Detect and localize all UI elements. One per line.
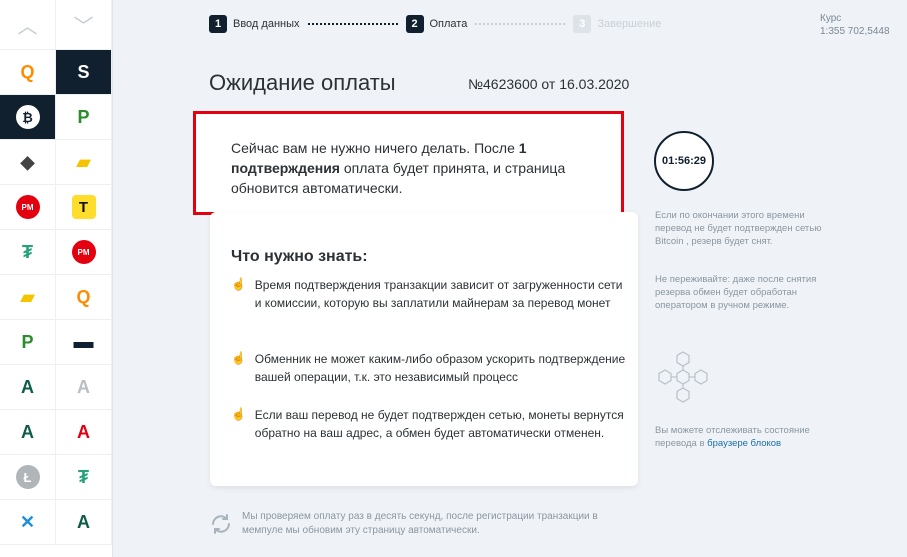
rate-value: 1:355 702,5448 <box>820 26 890 37</box>
bitcoin-icon: ₿ <box>15 105 40 129</box>
step-number: 1 <box>209 15 227 33</box>
pointing-hand-icon: ☝ <box>231 351 246 365</box>
scroll-down-button[interactable]: ﹀ <box>56 0 112 50</box>
chevron-up-icon: ︿ <box>17 16 38 38</box>
tether-icon: ₮ <box>22 241 33 262</box>
payment-method-perfect-money[interactable]: PM <box>0 185 56 230</box>
litecoin-icon: Ł <box>15 465 40 489</box>
payment-method-privatbank[interactable]: P <box>56 95 112 140</box>
payment-method-sidebar: ︿ ﹀ Q S ₿ P ◆ ▰ PM T ₮ PM ▰ Q P ▬ A A A A Ł ₮ ✕ A <box>0 0 113 557</box>
info-item-text: Время подтверждения транзакции зависит о… <box>254 278 623 310</box>
info-item: ☝ Если ваш перевод не будет подтвержден … <box>231 406 631 442</box>
tether-icon: ₮ <box>78 466 89 487</box>
step-completion: 3 Завершение <box>573 15 661 33</box>
block-explorer-link[interactable]: браузере блоков <box>707 438 781 449</box>
payment-method-tether[interactable]: ₮ <box>56 455 112 500</box>
step-connector <box>307 23 398 25</box>
chevron-down-icon: ﹀ <box>73 16 94 38</box>
bank-card-icon: ▬ <box>73 330 94 353</box>
payment-notice: Сейчас вам не нужно ничего делать. После… <box>193 111 624 215</box>
qiwi-icon: Q <box>76 286 91 307</box>
page-title: Ожидание оплаты <box>209 70 396 95</box>
yandex-money-icon: ▰ <box>20 286 35 307</box>
step-label: Ввод данных <box>233 18 300 30</box>
step-payment: 2 Оплата <box>405 15 468 33</box>
payment-method-tinkoff[interactable]: T <box>56 185 112 230</box>
payment-method-tether[interactable]: ₮ <box>0 230 56 275</box>
sberbank-icon: S <box>77 61 90 82</box>
order-number: №4623600 от 16.03.2020 <box>468 76 630 92</box>
progress-stepper: 1 Ввод данных 2 Оплата 3 Завершение <box>209 14 661 34</box>
rate-label: Курс <box>820 13 842 24</box>
step-input-data: 1 Ввод данных <box>209 15 300 33</box>
payment-method-perfect-money[interactable]: PM <box>56 230 112 275</box>
ripple-icon: ✕ <box>19 511 36 532</box>
payment-method-ripple[interactable]: ✕ <box>0 500 56 545</box>
payment-method-ethereum[interactable]: ◆ <box>0 140 56 185</box>
alfa-bank-icon: A <box>77 421 90 442</box>
payment-method-qiwi[interactable]: Q <box>0 50 56 95</box>
advcash-icon: A <box>21 376 34 397</box>
step-label: Оплата <box>429 18 468 30</box>
payment-method-yandex-money[interactable]: ▰ <box>0 275 56 320</box>
info-item-text: Если ваш перевод не будет подтвержден се… <box>254 408 624 440</box>
ethereum-icon: ◆ <box>20 151 35 172</box>
step-connector <box>475 23 566 25</box>
qiwi-icon: Q <box>20 61 35 82</box>
step-label: Завершение <box>597 18 662 30</box>
advcash-icon: A <box>21 421 34 442</box>
auto-refresh-note: Мы проверяем оплату раз в десять секунд,… <box>242 511 598 536</box>
payment-method-advcash[interactable]: A <box>56 500 112 545</box>
info-item: ☝ Обменник не может каким-либо образом у… <box>231 350 631 386</box>
advcash-icon: A <box>77 511 90 532</box>
yandex-money-icon: ▰ <box>76 151 91 172</box>
payment-method-advcash[interactable]: A <box>0 365 56 410</box>
refresh-icon <box>212 514 230 534</box>
exchange-rate: Курс 1:355 702,5448 <box>820 12 890 38</box>
privatbank-icon: P <box>77 106 90 127</box>
payment-method-advcash[interactable]: A <box>0 410 56 455</box>
info-item-text: Обменник не может каким-либо образом уск… <box>254 352 626 384</box>
info-item: ☝ Время подтверждения транзакции зависит… <box>231 276 631 312</box>
blockchain-icon <box>658 351 708 403</box>
payment-method-bank-card[interactable]: ▬ <box>56 320 112 365</box>
step-number: 3 <box>573 15 592 33</box>
pointing-hand-icon: ☝ <box>231 407 246 421</box>
payment-method-privatbank[interactable]: P <box>0 320 56 365</box>
scroll-up-button[interactable]: ︿ <box>0 0 56 50</box>
step-number: 2 <box>405 15 424 33</box>
payment-method-advcash-gray[interactable]: A <box>56 365 112 410</box>
perfect-money-icon: PM <box>71 240 96 264</box>
payment-method-alfa-bank[interactable]: A <box>56 410 112 455</box>
payment-method-sberbank[interactable]: S <box>56 50 112 95</box>
payment-method-qiwi[interactable]: Q <box>56 275 112 320</box>
payment-method-bitcoin[interactable]: ₿ <box>0 95 56 140</box>
info-card: Что нужно знать: ☝ Время подтверждения т… <box>210 212 638 486</box>
perfect-money-icon: PM <box>15 195 40 219</box>
privatbank-icon: P <box>21 331 34 352</box>
payment-method-litecoin[interactable]: Ł <box>0 455 56 500</box>
pointing-hand-icon: ☝ <box>231 277 246 291</box>
notice-part1: Сейчас вам не нужно ничего делать. После <box>231 140 519 156</box>
payment-method-yandex-money[interactable]: ▰ <box>56 140 112 185</box>
countdown-timer: 01:56:29 <box>654 131 714 191</box>
reassure-note: Не переживайте: даже после снятия резерв… <box>655 274 817 311</box>
advcash-gray-icon: A <box>77 376 90 397</box>
tinkoff-icon: T <box>71 195 96 219</box>
explorer-note: Вы можете отслеживать состояние перевода… <box>655 424 825 450</box>
notice-text: Сейчас вам не нужно ничего делать. После… <box>231 138 601 198</box>
payment-method-grid: ︿ ﹀ Q S ₿ P ◆ ▰ PM T ₮ PM ▰ Q P ▬ A A A A Ł ₮ ✕ A <box>0 0 112 545</box>
timer-note: Если по окончании этого времени перевод … <box>655 210 822 247</box>
info-title: Что нужно знать: <box>231 248 368 265</box>
